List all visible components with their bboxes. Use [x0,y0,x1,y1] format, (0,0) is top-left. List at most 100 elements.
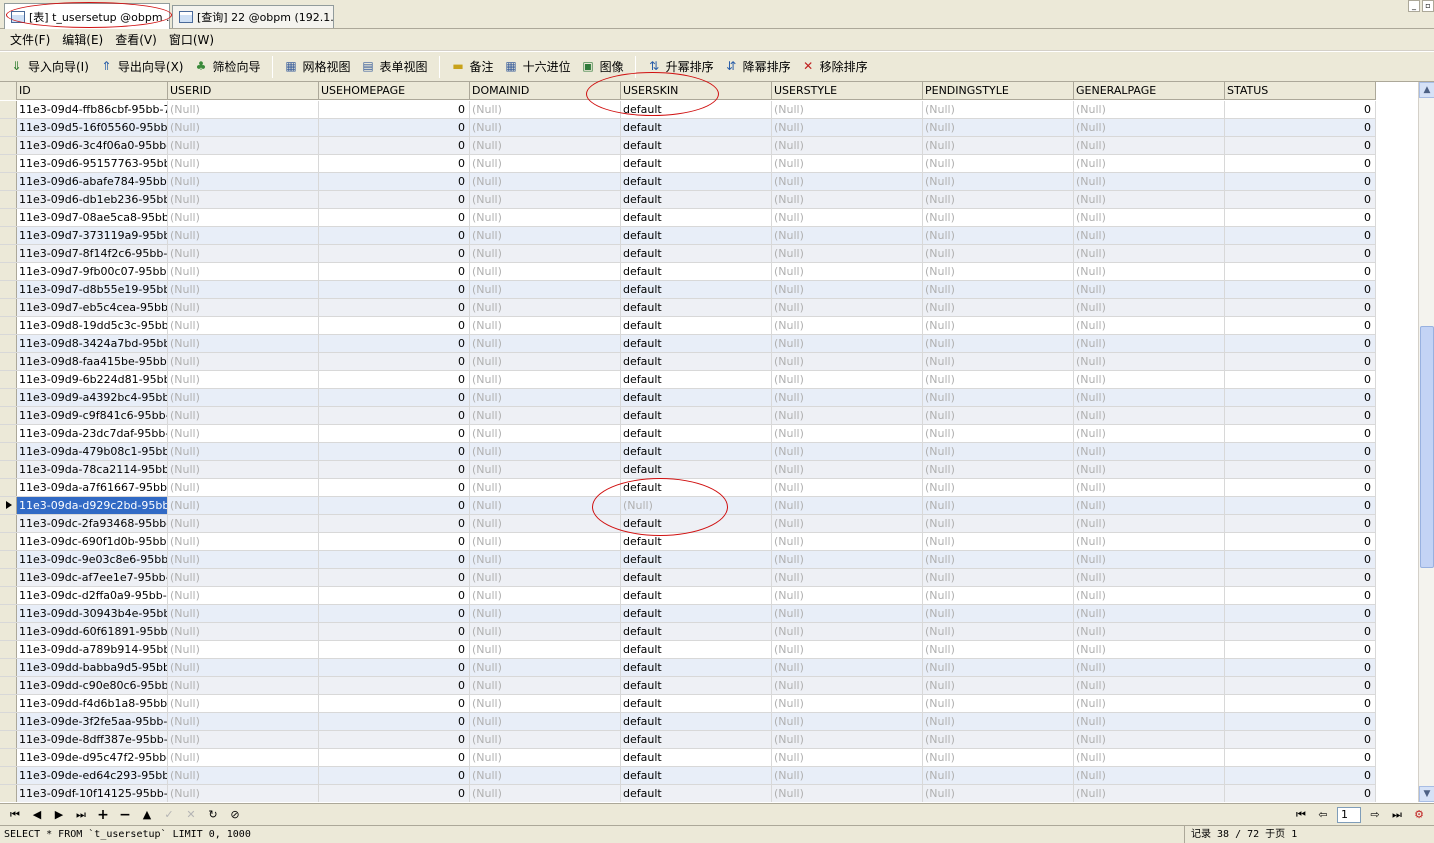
cell-userskin[interactable]: default [621,353,772,370]
cell-pendingstyle[interactable]: (Null) [923,209,1074,226]
cell-domainid[interactable]: (Null) [470,497,621,514]
cell-id[interactable]: 11e3-09d9-a4392bc4-95bb-7d [17,389,168,406]
cell-id[interactable]: 11e3-09da-d929c2bd-95bb-7d [17,497,168,514]
column-header-status[interactable]: STATUS [1225,82,1376,100]
cell-pendingstyle[interactable]: (Null) [923,191,1074,208]
up-icon[interactable]: ▲ [136,806,158,824]
cell-id[interactable]: 11e3-09da-a7f61667-95bb-7d [17,479,168,496]
cell-userskin[interactable]: default [621,551,772,568]
delete-record-icon[interactable]: − [114,806,136,824]
cell-userstyle[interactable]: (Null) [772,155,923,172]
cell-usehomepage[interactable]: 0 [319,425,470,442]
cell-usehomepage[interactable]: 0 [319,443,470,460]
cell-id[interactable]: 11e3-09d8-3424a7bd-95bb-7c [17,335,168,352]
cell-userstyle[interactable]: (Null) [772,209,923,226]
row-header[interactable] [0,353,17,370]
column-header-pendingstyle[interactable]: PENDINGSTYLE [923,82,1074,100]
cell-status[interactable]: 0 [1225,155,1376,172]
cell-pendingstyle[interactable]: (Null) [923,227,1074,244]
cell-pendingstyle[interactable]: (Null) [923,659,1074,676]
sort-ascending-button[interactable]: ⇅ 升幂排序 [642,55,719,79]
cancel-icon[interactable]: ✕ [180,806,202,824]
cell-status[interactable]: 0 [1225,569,1376,586]
export-wizard-button[interactable]: ⇑ 导出向导(X) [94,55,189,79]
cell-pendingstyle[interactable]: (Null) [923,569,1074,586]
row-header[interactable] [0,389,17,406]
cell-usehomepage[interactable]: 0 [319,299,470,316]
row-header[interactable] [0,299,17,316]
table-row[interactable]: 11e3-09d8-faa415be-95bb-7d(Null)0(Null)d… [0,353,1376,371]
cell-pendingstyle[interactable]: (Null) [923,623,1074,640]
cell-generalpage[interactable]: (Null) [1074,731,1225,748]
table-row[interactable]: 11e3-09d9-c9f841c6-95bb-7d (Null) 0 (Null) d… [0,407,1376,425]
cell-domainid[interactable]: (Null) [470,317,621,334]
cell-userid[interactable]: (Null) [168,479,319,496]
cell-userid[interactable]: (Null) [168,101,319,118]
column-header-userstyle[interactable]: USERSTYLE [772,82,923,100]
cell-generalpage[interactable]: (Null) [1074,263,1225,280]
cell-status[interactable]: 0 [1225,443,1376,460]
cell-usehomepage[interactable]: 0 [319,587,470,604]
cell-usehomepage[interactable]: 0 [319,461,470,478]
menu-view[interactable]: 查看(V) [109,31,163,48]
cell-usehomepage[interactable]: 0 [319,137,470,154]
row-header[interactable] [0,155,17,172]
cell-usehomepage[interactable]: 0 [319,119,470,136]
cell-userstyle[interactable]: (Null) [772,317,923,334]
cell-userskin[interactable]: default [621,605,772,622]
cell-userskin[interactable]: default [621,677,772,694]
grid-view-button[interactable]: ▦ 网格视图 [279,55,356,79]
cell-domainid[interactable]: (Null) [470,335,621,352]
row-header[interactable] [0,209,17,226]
cell-id[interactable]: 11e3-09d6-abafe784-95bb-7d [17,173,168,190]
row-header[interactable] [0,479,17,496]
cell-status[interactable]: 0 [1225,353,1376,370]
cell-id[interactable]: 11e3-09d5-16f05560-95bb-7d [17,119,168,136]
cell-status[interactable]: 0 [1225,335,1376,352]
cell-pendingstyle[interactable]: (Null) [923,677,1074,694]
cell-userid[interactable]: (Null) [168,461,319,478]
menu-edit[interactable]: 编辑(E) [56,31,109,48]
row-header[interactable] [0,569,17,586]
cell-userskin[interactable]: default [621,155,772,172]
cell-userid[interactable]: (Null) [168,569,319,586]
cell-id[interactable]: 11e3-09da-479b08c1-95bb-7d [17,443,168,460]
cell-pendingstyle[interactable]: (Null) [923,245,1074,262]
cell-pendingstyle[interactable]: (Null) [923,407,1074,424]
cell-userstyle[interactable]: (Null) [772,569,923,586]
cell-domainid[interactable]: (Null) [470,245,621,262]
cell-id[interactable]: 11e3-09dc-af7ee1e7-95bb-7d [17,569,168,586]
row-header[interactable] [0,173,17,190]
cell-domainid[interactable]: (Null) [470,263,621,280]
cell-status[interactable]: 0 [1225,479,1376,496]
cell-domainid[interactable]: (Null) [470,749,621,766]
cell-domainid[interactable]: (Null) [470,227,621,244]
cell-id[interactable]: 11e3-09dd-f4d6b1a8-95bb-7d [17,695,168,712]
cell-id[interactable]: 11e3-09dd-a789b914-95bb-7c [17,641,168,658]
table-row[interactable]: 11e3-09da-78ca2114-95bb-7d(Null)0(Null)d… [0,461,1376,479]
cell-userskin[interactable]: default [621,371,772,388]
cell-userskin[interactable]: default [621,281,772,298]
cell-userstyle[interactable]: (Null) [772,263,923,280]
row-header[interactable] [0,623,17,640]
cell-userskin[interactable]: default [621,767,772,784]
cell-id[interactable]: 11e3-09dc-9e03c8e6-95bb-7d [17,551,168,568]
cell-userstyle[interactable]: (Null) [772,119,923,136]
column-header-domainid[interactable]: DOMAINID [470,82,621,100]
cell-id[interactable]: 11e3-09de-3f2fe5aa-95bb-7dc [17,713,168,730]
cell-pendingstyle[interactable]: (Null) [923,515,1074,532]
cell-generalpage[interactable]: (Null) [1074,461,1225,478]
cell-generalpage[interactable]: (Null) [1074,227,1225,244]
table-row[interactable]: 11e3-09de-d95c47f2-95bb-7d (Null) 0 (Null) d… [0,749,1376,767]
cell-id[interactable]: 11e3-09da-78ca2114-95bb-7d [17,461,168,478]
prev-page-icon[interactable]: ⇦ [1312,806,1334,824]
cell-generalpage[interactable]: (Null) [1074,191,1225,208]
cell-usehomepage[interactable]: 0 [319,191,470,208]
cell-pendingstyle[interactable]: (Null) [923,299,1074,316]
cell-status[interactable]: 0 [1225,263,1376,280]
row-header[interactable] [0,587,17,604]
row-header[interactable] [0,785,17,802]
cell-domainid[interactable]: (Null) [470,677,621,694]
cell-pendingstyle[interactable]: (Null) [923,587,1074,604]
cell-userid[interactable]: (Null) [168,551,319,568]
